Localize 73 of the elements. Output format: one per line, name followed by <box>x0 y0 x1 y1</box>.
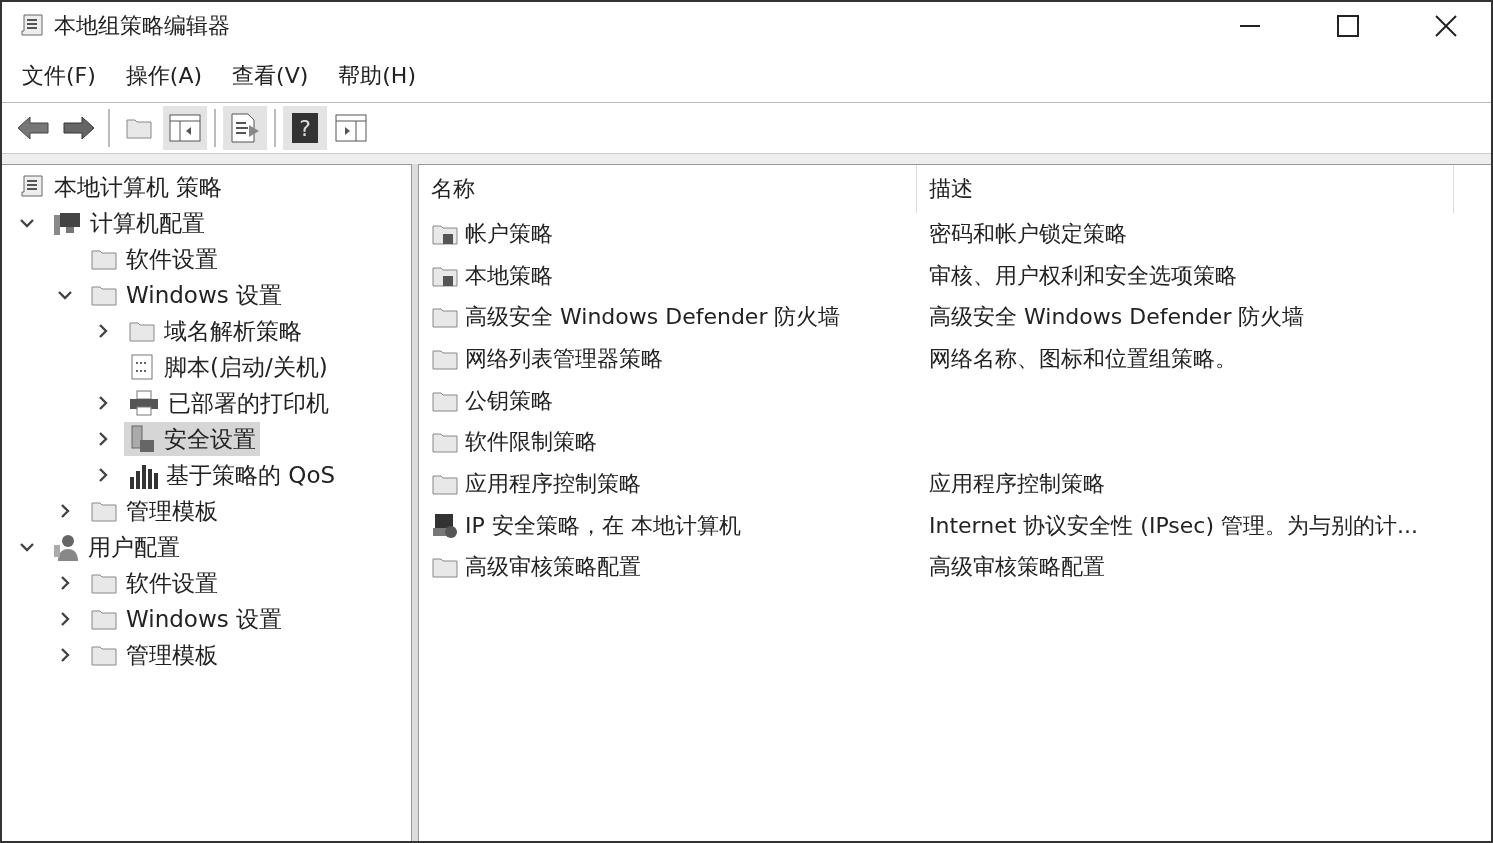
folder-icon <box>90 283 118 307</box>
back-arrow-icon <box>16 115 50 141</box>
list-item[interactable]: 帐户策略 <box>419 218 917 249</box>
folder-icon <box>128 319 156 343</box>
tree-item[interactable]: 软件设置 <box>86 566 222 600</box>
item-name: 本地策略 <box>465 261 553 290</box>
tree-item[interactable]: 软件设置 <box>86 242 222 276</box>
maximize-icon <box>1337 15 1359 37</box>
tree-item[interactable]: 本地计算机 策略 <box>14 170 227 204</box>
item-name: 应用程序控制策略 <box>465 469 641 498</box>
folder-icon <box>90 499 118 523</box>
list-item[interactable]: 软件限制策略 <box>419 427 917 458</box>
folder-icon <box>431 430 459 455</box>
tree-item[interactable]: 安全设置 <box>124 422 260 456</box>
minimize-icon <box>1239 25 1261 27</box>
item-description: 高级安全 Windows Defender 防火墙 <box>928 303 1305 332</box>
item-name: 网络列表管理器策略 <box>465 344 663 373</box>
list-item[interactable]: IP 安全策略，在 本地计算机 <box>419 510 917 541</box>
window-pane-icon <box>335 114 367 142</box>
forward-arrow-icon <box>62 115 96 141</box>
window-title: 本地组策略编辑器 <box>54 12 231 40</box>
list-item[interactable]: 高级审核策略配置 <box>419 552 917 583</box>
list-item[interactable]: 公钥策略 <box>419 385 917 416</box>
folder-icon <box>431 305 459 330</box>
tree-item[interactable]: 域名解析策略 <box>124 314 306 348</box>
folder-icon <box>90 643 118 667</box>
item-description: 审核、用户权利和安全选项策略 <box>928 261 1237 290</box>
help-icon: ? <box>291 112 319 144</box>
item-name: 软件限制策略 <box>465 428 597 457</box>
user-icon <box>52 533 80 561</box>
column-header[interactable]: 描述 <box>917 165 1454 213</box>
tree-item[interactable]: 基于策略的 QoS <box>124 458 340 492</box>
tree-item[interactable]: Windows 设置 <box>86 602 286 636</box>
tree-item[interactable]: Windows 设置 <box>86 278 286 312</box>
list-item[interactable]: 高级安全 Windows Defender 防火墙 <box>419 302 917 333</box>
folder-icon <box>90 607 118 631</box>
printer-icon <box>128 389 160 417</box>
item-name: 帐户策略 <box>465 219 553 248</box>
item-description: Internet 协议安全性 (IPsec) 管理。为与别的计... <box>928 511 1418 540</box>
column-header[interactable]: 名称 <box>419 165 917 213</box>
item-description: 应用程序控制策略 <box>928 469 1105 498</box>
item-name: 高级审核策略配置 <box>465 553 641 582</box>
list-item[interactable]: 应用程序控制策略 <box>419 468 917 499</box>
menu-item[interactable]: 查看(V) <box>220 57 321 95</box>
tree-item[interactable]: 管理模板 <box>86 494 222 528</box>
folder-icon <box>90 247 118 271</box>
item-description: 高级审核策略配置 <box>928 553 1105 582</box>
item-name: 公钥策略 <box>465 386 553 415</box>
menu-item[interactable]: 文件(F) <box>10 57 108 95</box>
export-list-icon <box>229 113 261 143</box>
toolbar-button[interactable] <box>223 106 267 150</box>
item-name: IP 安全策略，在 本地计算机 <box>465 511 741 540</box>
folder-up-icon <box>125 116 153 140</box>
item-description: 密码和帐户锁定策略 <box>928 219 1127 248</box>
menu-item[interactable]: 帮助(H) <box>326 57 428 95</box>
tree-item[interactable]: 用户配置 <box>48 530 184 564</box>
folder-icon <box>431 555 459 580</box>
folder-icon <box>90 571 118 595</box>
script-icon <box>128 353 156 381</box>
menu-item[interactable]: 操作(A) <box>113 57 215 95</box>
computer-shield-icon <box>431 511 459 540</box>
tree-item[interactable]: 已部署的打印机 <box>124 386 333 420</box>
list-item[interactable]: 网络列表管理器策略 <box>419 343 917 374</box>
tree-item[interactable]: 脚本(启动/关机) <box>124 350 332 384</box>
server-lock-icon <box>128 424 156 454</box>
list-item[interactable]: 本地策略 <box>419 260 917 291</box>
tree-item[interactable]: 管理模板 <box>86 638 222 672</box>
item-description: 网络名称、图标和位置组策略。 <box>928 344 1237 373</box>
toolbar-button[interactable]: ? <box>283 106 327 150</box>
window-pane-icon <box>169 114 201 142</box>
close-icon <box>1435 15 1457 37</box>
tree-item[interactable]: 计算机配置 <box>48 206 209 240</box>
item-name: 高级安全 Windows Defender 防火墙 <box>465 303 841 332</box>
